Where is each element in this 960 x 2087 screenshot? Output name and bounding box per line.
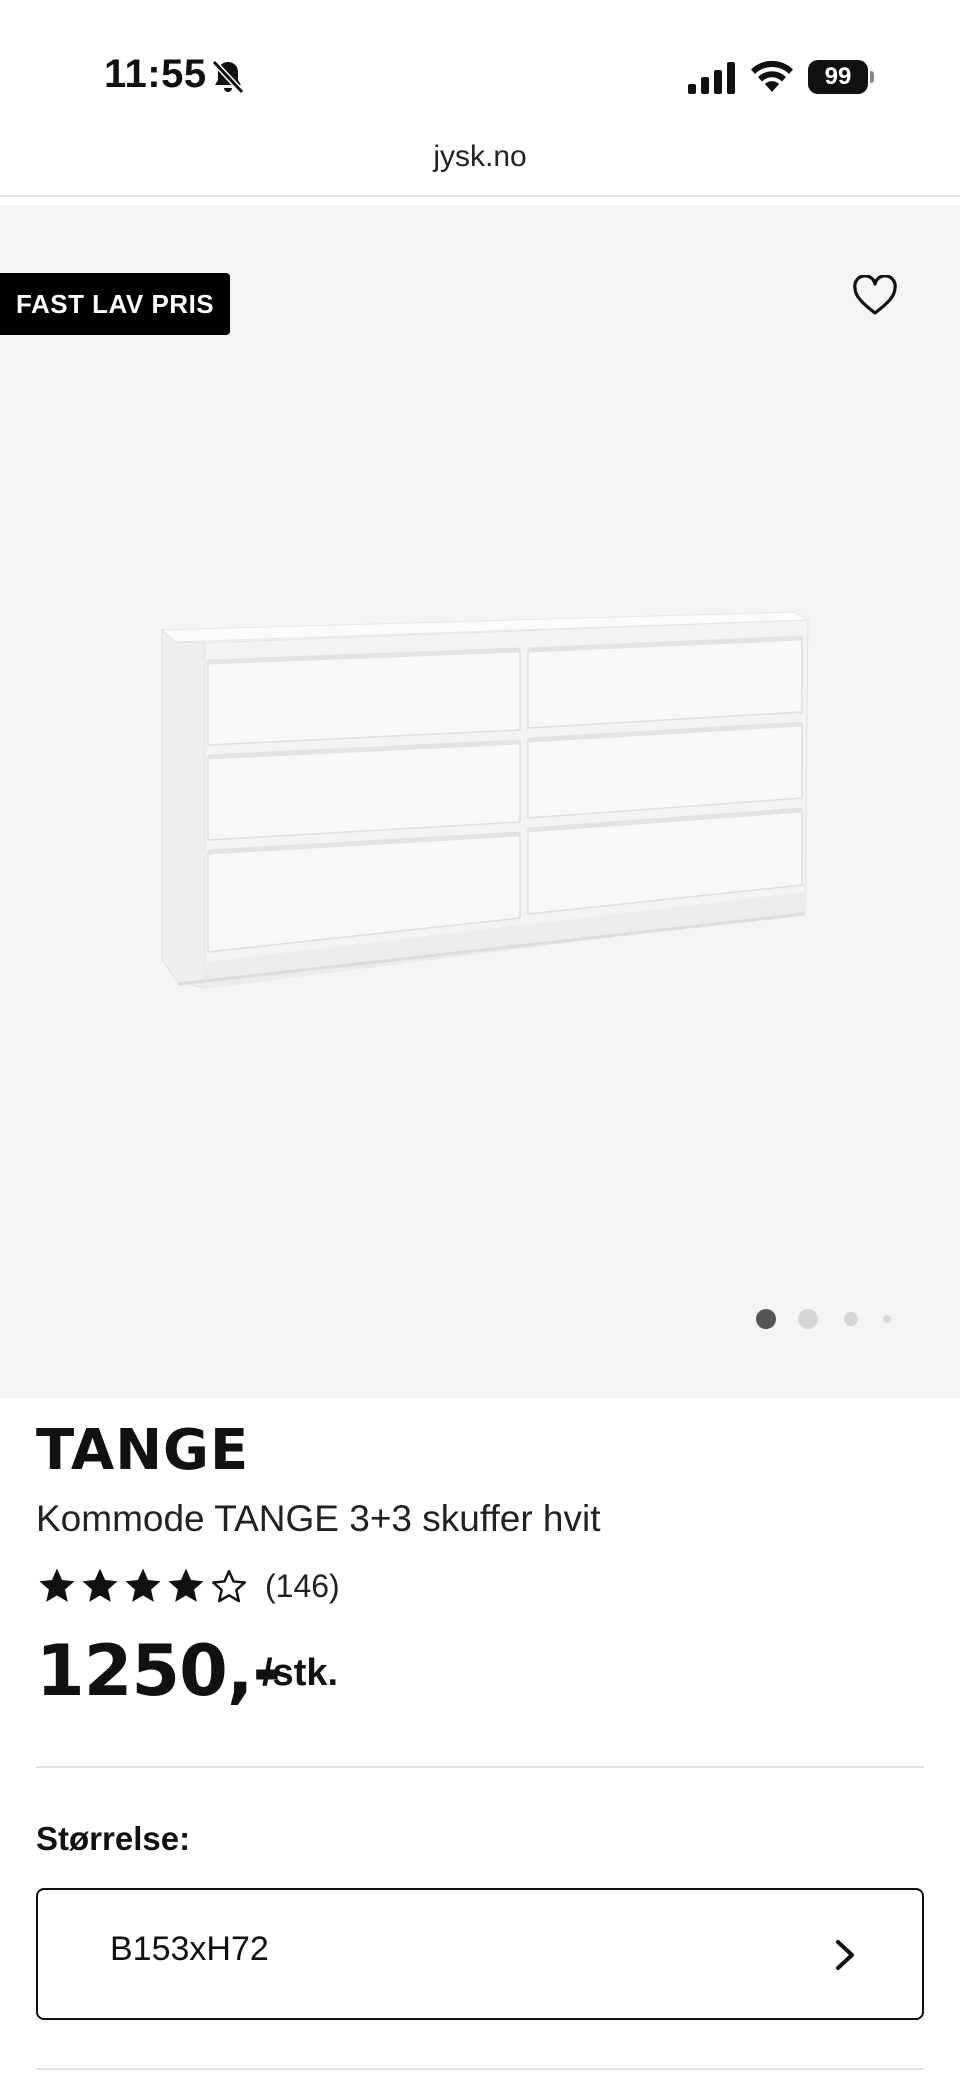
carousel-indicator[interactable] [756,1307,896,1331]
divider [36,2068,924,2070]
star-filled-icon [39,1568,75,1602]
divider [36,1766,924,1768]
product-description: Kommode TANGE 3+3 skuffer hvit [36,1498,601,1539]
star-filled-icon [125,1568,161,1602]
signal-icon [688,62,735,94]
star-filled-icon [168,1568,204,1602]
wifi-icon [751,60,793,92]
product-image [160,611,810,989]
size-label: Størrelse: [36,1820,191,1857]
star-filled-icon [82,1568,118,1602]
carousel-dot[interactable] [798,1309,818,1329]
product-rating[interactable]: (146) [36,1562,340,1610]
carousel-dot[interactable] [883,1315,891,1323]
rating-count: (146) [265,1567,340,1604]
carousel-dot[interactable] [844,1312,858,1326]
status-time: 11:55 [104,52,207,96]
size-value: B153xH72 [110,1930,269,1968]
status-bar: 11:55 99 [0,0,960,130]
battery-icon: 99 [808,60,874,94]
product-price: 1250,- [36,1630,281,1712]
battery-level: 99 [808,60,868,94]
bell-slash-icon [211,59,245,95]
product-brand: TANGE [36,1418,250,1483]
product-image-carousel[interactable]: FAST LAV PRIS [0,205,960,1398]
url-bar[interactable]: jysk.no [0,140,960,196]
star-empty-icon [212,1569,246,1603]
divider [0,195,960,197]
price-badge: FAST LAV PRIS [0,273,231,335]
carousel-dot-active[interactable] [756,1309,776,1329]
heart-outline-icon[interactable] [852,275,898,317]
price-unit: /stk. [262,1652,339,1694]
chevron-right-icon [836,1940,854,1970]
size-selector[interactable]: B153xH72 [36,1888,924,2020]
